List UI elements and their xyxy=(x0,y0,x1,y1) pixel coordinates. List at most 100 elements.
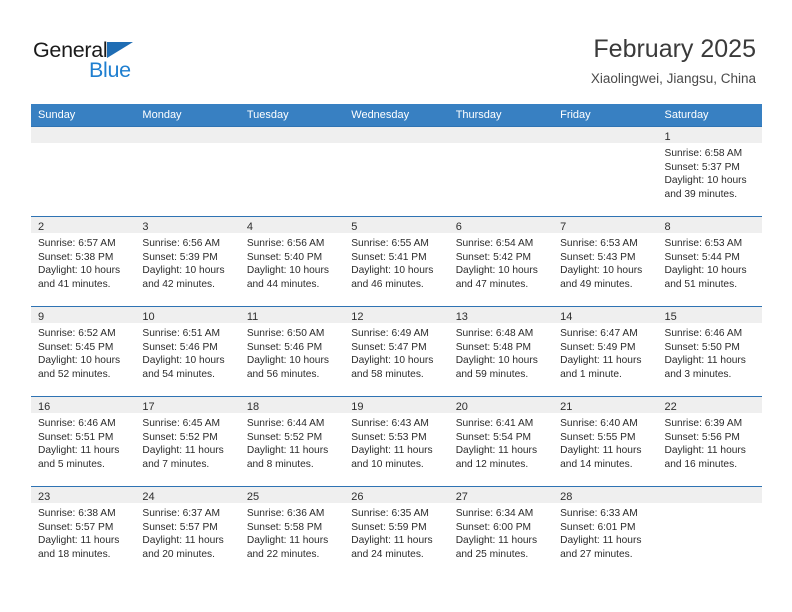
day-number-band: 1 xyxy=(657,127,762,143)
calendar-day-cell[interactable]: 16 Sunrise: 6:46 AM Sunset: 5:51 PM Dayligh… xyxy=(31,397,136,486)
day-number-band: 23 xyxy=(31,487,136,503)
calendar-day-cell[interactable]: 14 Sunrise: 6:47 AM Sunset: 5:49 PM Dayligh… xyxy=(553,307,658,396)
day-number-band: 28 xyxy=(553,487,658,503)
daylight-duration-line1: Daylight: 11 hours xyxy=(455,445,538,457)
day-details: Sunrise: 6:56 AM Sunset: 5:40 PM Daylight:… xyxy=(240,233,344,291)
day-number-band: 4 xyxy=(239,217,345,233)
day-number-band xyxy=(135,127,240,143)
day-number-band: 14 xyxy=(553,307,658,323)
daylight-duration-line2: and 14 minutes. xyxy=(560,458,633,470)
calendar-day-cell[interactable]: 9 Sunrise: 6:52 AM Sunset: 5:45 PM Daylight… xyxy=(31,307,136,396)
calendar-day-cell[interactable]: 28 Sunrise: 6:33 AM Sunset: 6:01 PM Dayligh… xyxy=(553,487,658,576)
calendar-day-cell-empty xyxy=(553,127,658,216)
day-number: 10 xyxy=(142,311,155,323)
day-details: Sunrise: 6:45 AM Sunset: 5:52 PM Daylight:… xyxy=(135,413,239,471)
calendar-day-cell[interactable]: 18 Sunrise: 6:44 AM Sunset: 5:52 PM Dayligh… xyxy=(239,397,345,486)
day-details xyxy=(31,143,135,147)
daylight-duration-line2: and 42 minutes. xyxy=(142,278,215,290)
sunset-time: Sunset: 5:46 PM xyxy=(142,341,218,353)
daylight-duration-line2: and 59 minutes. xyxy=(455,368,529,380)
daylight-duration-line2: and 27 minutes. xyxy=(560,548,633,560)
calendar-day-cell[interactable]: 25 Sunrise: 6:36 AM Sunset: 5:58 PM Dayligh… xyxy=(239,487,345,576)
calendar-day-cell[interactable]: 10 Sunrise: 6:51 AM Sunset: 5:46 PM Dayligh… xyxy=(135,307,240,396)
day-details: Sunrise: 6:52 AM Sunset: 5:45 PM Daylight:… xyxy=(31,323,135,381)
calendar-day-cell[interactable]: 12 Sunrise: 6:49 AM Sunset: 5:47 PM Dayligh… xyxy=(344,307,449,396)
sunset-time: Sunset: 5:38 PM xyxy=(38,251,114,263)
sunrise-time: Sunrise: 6:39 AM xyxy=(664,418,743,429)
calendar-day-cell[interactable]: 3 Sunrise: 6:56 AM Sunset: 5:39 PM Daylight… xyxy=(135,217,240,306)
sunset-time: Sunset: 5:46 PM xyxy=(246,341,323,353)
sunset-time: Sunset: 5:44 PM xyxy=(664,251,740,263)
sunrise-time: Sunrise: 6:38 AM xyxy=(38,508,116,519)
day-number-band xyxy=(657,487,762,503)
day-number-band: 18 xyxy=(239,397,345,413)
calendar-day-cell[interactable]: 5 Sunrise: 6:55 AM Sunset: 5:41 PM Daylight… xyxy=(344,217,449,306)
calendar-day-cell[interactable]: 17 Sunrise: 6:45 AM Sunset: 5:52 PM Dayligh… xyxy=(135,397,240,486)
daylight-duration-line1: Daylight: 11 hours xyxy=(246,445,329,457)
daylight-duration-line1: Daylight: 11 hours xyxy=(38,445,120,457)
day-number-band: 13 xyxy=(448,307,554,323)
calendar-day-cell[interactable]: 22 Sunrise: 6:39 AM Sunset: 5:56 PM Dayligh… xyxy=(657,397,762,486)
sunset-time: Sunset: 6:01 PM xyxy=(560,521,636,533)
sunset-time: Sunset: 5:52 PM xyxy=(246,431,323,443)
daylight-duration-line2: and 54 minutes. xyxy=(142,368,215,380)
sunrise-time: Sunrise: 6:36 AM xyxy=(246,508,325,519)
weekday-header-monday: Monday xyxy=(142,109,182,121)
sunrise-time: Sunrise: 6:41 AM xyxy=(455,418,534,429)
sunrise-time: Sunrise: 6:53 AM xyxy=(664,238,743,249)
calendar-day-cell[interactable]: 7 Sunrise: 6:53 AM Sunset: 5:43 PM Daylight… xyxy=(553,217,658,306)
calendar-day-cell[interactable]: 13 Sunrise: 6:48 AM Sunset: 5:48 PM Dayligh… xyxy=(448,307,554,396)
daylight-duration-line1: Daylight: 10 hours xyxy=(455,265,538,277)
daylight-duration-line1: Daylight: 10 hours xyxy=(664,265,747,277)
day-details xyxy=(135,143,239,147)
daylight-duration-line1: Daylight: 11 hours xyxy=(351,535,433,547)
calendar-day-cell[interactable]: 4 Sunrise: 6:56 AM Sunset: 5:40 PM Daylight… xyxy=(239,217,345,306)
general-blue-logo: General Blue xyxy=(33,38,203,84)
day-number-band: 26 xyxy=(344,487,449,503)
daylight-duration-line1: Daylight: 10 hours xyxy=(142,355,225,367)
calendar-day-cell[interactable]: 11 Sunrise: 6:50 AM Sunset: 5:46 PM Dayligh… xyxy=(239,307,345,396)
daylight-duration-line2: and 44 minutes. xyxy=(246,278,320,290)
calendar-day-cell[interactable]: 6 Sunrise: 6:54 AM Sunset: 5:42 PM Daylight… xyxy=(448,217,554,306)
calendar-day-cell[interactable]: 20 Sunrise: 6:41 AM Sunset: 5:54 PM Dayligh… xyxy=(448,397,554,486)
calendar-day-cell[interactable]: 23 Sunrise: 6:38 AM Sunset: 5:57 PM Dayligh… xyxy=(31,487,136,576)
calendar-day-cell-empty xyxy=(239,127,345,216)
calendar-day-cell[interactable]: 24 Sunrise: 6:37 AM Sunset: 5:57 PM Dayligh… xyxy=(135,487,240,576)
calendar-day-cell[interactable]: 2 Sunrise: 6:57 AM Sunset: 5:38 PM Daylight… xyxy=(31,217,136,306)
sunset-time: Sunset: 5:57 PM xyxy=(142,521,218,533)
day-details: Sunrise: 6:49 AM Sunset: 5:47 PM Daylight:… xyxy=(344,323,448,381)
weekday-header-thursday: Thursday xyxy=(455,109,502,121)
day-number-band: 9 xyxy=(31,307,136,323)
calendar-day-cell-empty xyxy=(31,127,136,216)
calendar-day-cell[interactable]: 19 Sunrise: 6:43 AM Sunset: 5:53 PM Dayligh… xyxy=(344,397,449,486)
page-subtitle-location: Xiaolingwei, Jiangsu, China xyxy=(590,71,756,86)
day-details: Sunrise: 6:58 AM Sunset: 5:37 PM Daylight:… xyxy=(658,143,762,201)
calendar-day-cell[interactable]: 27 Sunrise: 6:34 AM Sunset: 6:00 PM Dayligh… xyxy=(448,487,554,576)
daylight-duration-line2: and 22 minutes. xyxy=(246,548,320,560)
day-number: 4 xyxy=(246,221,253,233)
calendar-day-cell[interactable]: 1 Sunrise: 6:58 AM Sunset: 5:37 PM Daylight… xyxy=(657,127,762,216)
calendar-day-cell[interactable]: 15 Sunrise: 6:46 AM Sunset: 5:50 PM Dayligh… xyxy=(657,307,762,396)
day-number: 19 xyxy=(351,401,364,413)
daylight-duration-line1: Daylight: 11 hours xyxy=(142,535,224,547)
sunrise-time: Sunrise: 6:52 AM xyxy=(38,328,116,339)
day-number-band: 20 xyxy=(448,397,554,413)
day-details xyxy=(449,143,553,147)
sunset-time: Sunset: 5:42 PM xyxy=(455,251,532,263)
calendar-page: General Blue February 2025 Xiaolingwei, … xyxy=(0,0,792,612)
day-number-band xyxy=(239,127,345,143)
day-number: 22 xyxy=(664,401,677,413)
day-number-band xyxy=(448,127,554,143)
daylight-duration-line2: and 1 minute. xyxy=(560,368,622,380)
day-number: 18 xyxy=(246,401,260,413)
calendar-day-cell[interactable]: 26 Sunrise: 6:35 AM Sunset: 5:59 PM Dayligh… xyxy=(344,487,449,576)
daylight-duration-line1: Daylight: 10 hours xyxy=(38,265,121,277)
sunrise-time: Sunrise: 6:35 AM xyxy=(351,508,429,519)
calendar-day-cell[interactable]: 8 Sunrise: 6:53 AM Sunset: 5:44 PM Daylight… xyxy=(657,217,762,306)
sunrise-time: Sunrise: 6:44 AM xyxy=(246,418,325,429)
daylight-duration-line2: and 47 minutes. xyxy=(455,278,529,290)
day-number: 21 xyxy=(560,401,573,413)
page-header: General Blue February 2025 Xiaolingwei, … xyxy=(0,0,792,104)
sunset-time: Sunset: 5:43 PM xyxy=(560,251,636,263)
calendar-day-cell[interactable]: 21 Sunrise: 6:40 AM Sunset: 5:55 PM Dayligh… xyxy=(553,397,658,486)
